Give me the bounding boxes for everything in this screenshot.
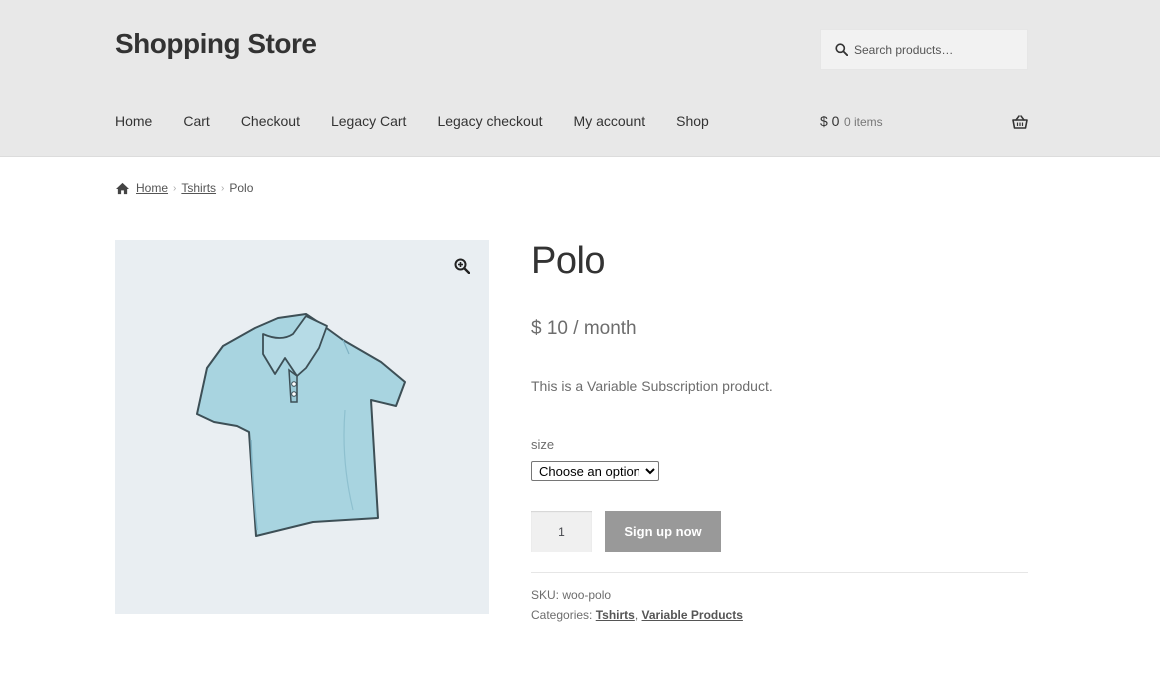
search-box[interactable] [820,29,1028,70]
breadcrumb-tshirts[interactable]: Tshirts [181,181,216,195]
zoom-icon[interactable] [454,258,470,274]
cart-count: 0 items [844,115,883,129]
home-icon [116,182,129,194]
meta-divider [531,572,1028,573]
search-icon [835,43,848,56]
breadcrumb-current: Polo [229,181,254,195]
nav-item-legacy-cart[interactable]: Legacy Cart [331,113,406,129]
cart-amount: $ 0 [820,113,840,129]
size-label: size [531,437,555,452]
product-description: This is a Variable Subscription product. [531,378,773,394]
nav-item-cart[interactable]: Cart [183,113,209,129]
nav-item-shop[interactable]: Shop [676,113,709,129]
quantity-input[interactable] [531,511,592,552]
site-header: Shopping Store Home Cart Checkout Legacy… [0,0,1160,157]
nav-item-checkout[interactable]: Checkout [241,113,300,129]
product-sku: SKU: woo-polo [531,588,611,602]
categories-label: Categories: [531,608,593,622]
product-categories: Categories: Tshirts, Variable Products [531,608,743,622]
product-gallery[interactable] [115,240,489,614]
breadcrumb-separator: › [221,182,225,194]
product-title: Polo [531,240,606,282]
basket-icon [1012,115,1028,129]
search-input[interactable] [854,42,1014,57]
size-select[interactable]: Choose an option [531,461,659,481]
category-separator: , [634,608,639,622]
category-link-tshirts[interactable]: Tshirts [596,608,635,622]
site-title[interactable]: Shopping Store [115,28,317,60]
breadcrumb-separator: › [173,182,177,194]
nav-item-legacy-checkout[interactable]: Legacy checkout [437,113,542,129]
nav-item-home[interactable]: Home [115,113,152,129]
sign-up-button[interactable]: Sign up now [605,511,721,552]
breadcrumb-home[interactable]: Home [136,181,168,195]
category-link-variable-products[interactable]: Variable Products [642,608,743,622]
breadcrumb: Home › Tshirts › Polo [115,181,253,195]
sku-label: SKU: [531,588,560,602]
nav-item-my-account[interactable]: My account [574,113,646,129]
polo-shirt-image [196,313,406,537]
sku-value: woo-polo [562,588,612,602]
product-price: $ 10 / month [531,318,637,339]
primary-nav: Home Cart Checkout Legacy Cart Legacy ch… [115,113,740,129]
header-cart[interactable]: $ 0 0 items [820,113,1028,133]
